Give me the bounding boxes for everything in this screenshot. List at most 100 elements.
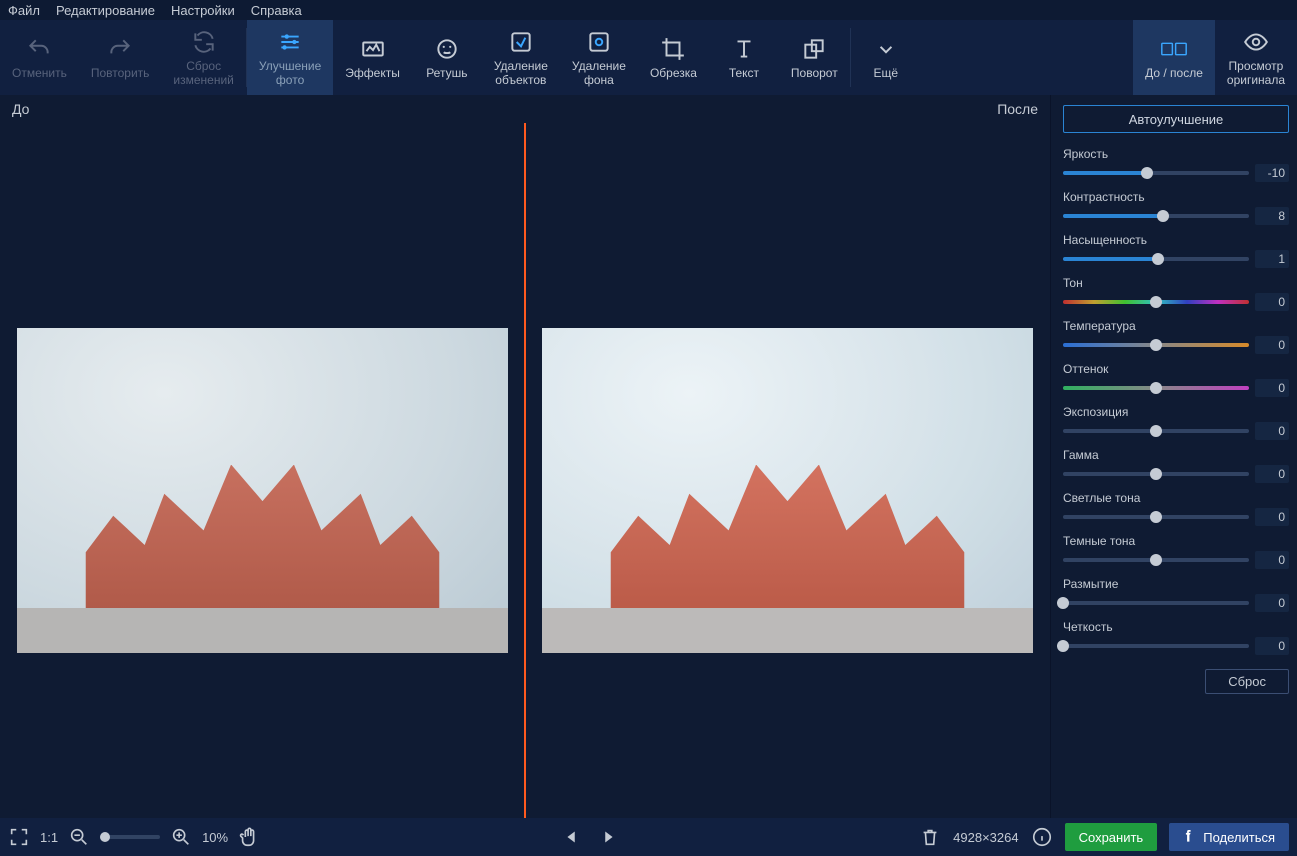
effects-tab[interactable]: Эффекты xyxy=(333,20,412,95)
zoom-slider[interactable] xyxy=(100,835,160,839)
remove-objects-tab[interactable]: Удалениеобъектов xyxy=(482,20,560,95)
view-original-button[interactable]: Просмотроригинала xyxy=(1215,20,1297,95)
slider-Экспозиция: Экспозиция 0 xyxy=(1063,405,1289,440)
slider-Светлые тона: Светлые тона 0 xyxy=(1063,491,1289,526)
next-image-button[interactable] xyxy=(597,826,619,848)
before-after-button[interactable]: До / после xyxy=(1133,20,1215,95)
save-button[interactable]: Сохранить xyxy=(1065,823,1158,851)
rotate-tab[interactable]: Поворот xyxy=(779,20,850,95)
slider-thumb[interactable] xyxy=(1141,167,1153,179)
zoom-out-button[interactable] xyxy=(68,826,90,848)
crop-tab[interactable]: Обрезка xyxy=(638,20,709,95)
slider-track[interactable] xyxy=(1063,171,1249,175)
slider-value[interactable]: 0 xyxy=(1255,379,1289,397)
bg-remove-icon xyxy=(586,29,612,55)
slider-thumb[interactable] xyxy=(1057,640,1069,652)
menubar: Файл Редактирование Настройки Справка xyxy=(0,0,1297,20)
slider-track[interactable] xyxy=(1063,601,1249,605)
slider-thumb[interactable] xyxy=(1150,382,1162,394)
undo-icon xyxy=(26,36,52,62)
prev-image-button[interactable] xyxy=(561,826,583,848)
effects-icon xyxy=(360,36,386,62)
retouch-tab[interactable]: Ретушь xyxy=(412,20,482,95)
auto-enhance-button[interactable]: Автоулучшение xyxy=(1063,105,1289,133)
crop-icon xyxy=(660,36,686,62)
slider-thumb[interactable] xyxy=(1152,253,1164,265)
menu-settings[interactable]: Настройки xyxy=(171,3,235,18)
text-tab[interactable]: Текст xyxy=(709,20,779,95)
slider-track[interactable] xyxy=(1063,386,1249,390)
crop-label: Обрезка xyxy=(650,66,697,80)
slider-label: Экспозиция xyxy=(1063,405,1289,419)
slider-track[interactable] xyxy=(1063,515,1249,519)
slider-track[interactable] xyxy=(1063,214,1249,218)
slider-thumb[interactable] xyxy=(1150,554,1162,566)
rotate-label: Поворот xyxy=(791,66,838,80)
reset-sliders-button[interactable]: Сброс xyxy=(1205,669,1289,694)
before-image[interactable] xyxy=(17,328,508,653)
slider-value[interactable]: 0 xyxy=(1255,594,1289,612)
slider-thumb[interactable] xyxy=(1150,339,1162,351)
info-button[interactable] xyxy=(1031,826,1053,848)
slider-Оттенок: Оттенок0 xyxy=(1063,362,1289,397)
share-button[interactable]: Поделиться xyxy=(1169,823,1289,851)
slider-thumb[interactable] xyxy=(1157,210,1169,222)
share-label: Поделиться xyxy=(1203,830,1275,845)
face-icon xyxy=(434,36,460,62)
eye-icon xyxy=(1243,29,1269,55)
slider-label: Четкость xyxy=(1063,620,1289,634)
text-label: Текст xyxy=(729,66,759,80)
slider-value[interactable]: 0 xyxy=(1255,293,1289,311)
redo-label: Повторить xyxy=(91,66,150,80)
redo-button[interactable]: Повторить xyxy=(79,20,162,95)
slider-value[interactable]: 0 xyxy=(1255,422,1289,440)
slider-value[interactable]: 0 xyxy=(1255,637,1289,655)
enhance-label: Улучшениефото xyxy=(259,59,321,87)
more-button[interactable]: Ещё xyxy=(851,20,921,95)
slider-thumb[interactable] xyxy=(1150,296,1162,308)
zoom-in-button[interactable] xyxy=(170,826,192,848)
slider-track[interactable] xyxy=(1063,429,1249,433)
compare-divider[interactable] xyxy=(524,123,526,818)
menu-edit[interactable]: Редактирование xyxy=(56,3,155,18)
image-dimensions: 4928×3264 xyxy=(953,830,1018,845)
remove-objects-label: Удалениеобъектов xyxy=(494,59,548,87)
after-image[interactable] xyxy=(542,328,1033,653)
menu-file[interactable]: Файл xyxy=(8,3,40,18)
before-pane xyxy=(0,123,525,818)
zoom-percent: 10% xyxy=(202,830,228,845)
reset-changes-button[interactable]: Сбросизменений xyxy=(161,20,245,95)
slider-label: Размытие xyxy=(1063,577,1289,591)
eraser-icon xyxy=(508,29,534,55)
slider-label: Светлые тона xyxy=(1063,491,1289,505)
slider-thumb[interactable] xyxy=(1057,597,1069,609)
delete-button[interactable] xyxy=(919,826,941,848)
slider-thumb[interactable] xyxy=(1150,511,1162,523)
enhance-tab[interactable]: Улучшениефото xyxy=(247,20,333,95)
hand-tool-button[interactable] xyxy=(238,826,260,848)
slider-value[interactable]: 0 xyxy=(1255,465,1289,483)
slider-track[interactable] xyxy=(1063,300,1249,304)
slider-value[interactable]: -10 xyxy=(1255,164,1289,182)
reset-label: Сбросизменений xyxy=(173,59,233,87)
after-pane xyxy=(525,123,1050,818)
slider-value[interactable]: 0 xyxy=(1255,551,1289,569)
redo-icon xyxy=(107,36,133,62)
slider-value[interactable]: 1 xyxy=(1255,250,1289,268)
slider-track[interactable] xyxy=(1063,472,1249,476)
slider-value[interactable]: 8 xyxy=(1255,207,1289,225)
fullscreen-button[interactable] xyxy=(8,826,30,848)
slider-track[interactable] xyxy=(1063,644,1249,648)
ratio-button[interactable]: 1:1 xyxy=(40,830,58,845)
remove-bg-tab[interactable]: Удалениефона xyxy=(560,20,638,95)
slider-value[interactable]: 0 xyxy=(1255,336,1289,354)
slider-label: Контрастность xyxy=(1063,190,1289,204)
slider-thumb[interactable] xyxy=(1150,425,1162,437)
slider-track[interactable] xyxy=(1063,257,1249,261)
undo-button[interactable]: Отменить xyxy=(0,20,79,95)
slider-value[interactable]: 0 xyxy=(1255,508,1289,526)
menu-help[interactable]: Справка xyxy=(251,3,302,18)
slider-thumb[interactable] xyxy=(1150,468,1162,480)
slider-track[interactable] xyxy=(1063,343,1249,347)
slider-track[interactable] xyxy=(1063,558,1249,562)
